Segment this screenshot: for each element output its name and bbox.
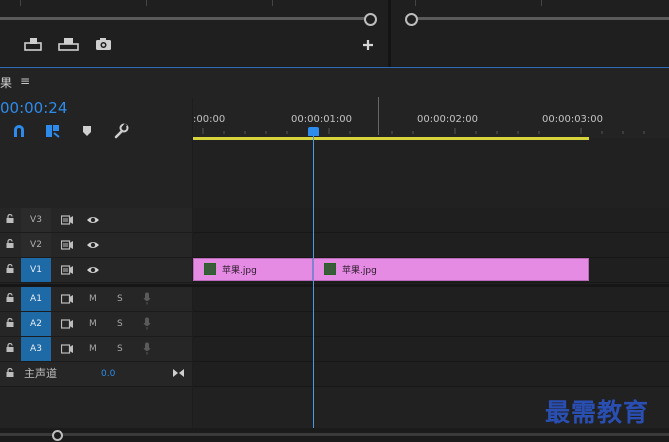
eye-icon[interactable] xyxy=(86,240,100,250)
track-name[interactable]: A3 xyxy=(21,337,51,361)
playhead-line[interactable] xyxy=(313,133,314,428)
ruler-minor-ticks xyxy=(202,128,645,134)
mute-button[interactable]: M xyxy=(89,287,97,311)
track-header-a1[interactable]: A1 M S xyxy=(0,287,192,312)
sync-lock-icon[interactable] xyxy=(61,215,74,225)
clip-thumbnail xyxy=(324,263,336,275)
track-header-master[interactable]: 主声道 0.0 xyxy=(0,362,192,387)
lock-icon[interactable] xyxy=(6,368,14,377)
sync-lock-icon[interactable] xyxy=(61,344,74,354)
timeline-header xyxy=(0,68,669,98)
eye-icon[interactable] xyxy=(86,265,100,275)
track-name[interactable]: V3 xyxy=(21,208,51,232)
work-area-bar[interactable] xyxy=(193,137,589,140)
solo-button[interactable]: S xyxy=(117,312,123,336)
ruler-label: :00:00 xyxy=(193,114,226,125)
panel-menu-icon[interactable]: ≡ xyxy=(20,74,30,88)
ruler-label: 00:00:02:00 xyxy=(417,114,479,125)
track-header-v1[interactable]: V1 xyxy=(0,258,192,283)
insert-icon[interactable] xyxy=(24,36,44,52)
master-track-name: 主声道 xyxy=(24,367,57,380)
magnet-icon[interactable] xyxy=(12,124,26,138)
linked-selection-icon[interactable] xyxy=(45,124,61,138)
track-header-v3[interactable]: V3 xyxy=(0,208,192,233)
track-name[interactable]: V1 xyxy=(21,258,51,282)
sync-lock-icon[interactable] xyxy=(61,294,74,304)
wrench-icon[interactable] xyxy=(113,123,129,139)
watermark-logo: 最需教育 xyxy=(545,398,650,427)
clip[interactable]: 苹果.jpg xyxy=(193,258,313,281)
source-monitor-controls xyxy=(0,0,388,66)
add-icon[interactable] xyxy=(362,39,374,51)
timeline-tab-title[interactable]: 果 xyxy=(0,74,12,91)
microphone-icon[interactable] xyxy=(143,317,151,330)
mute-button[interactable]: M xyxy=(89,312,97,336)
master-volume-value[interactable]: 0.0 xyxy=(101,362,115,386)
track-name[interactable]: V2 xyxy=(21,233,51,257)
program-scrub-track[interactable] xyxy=(412,17,669,20)
microphone-icon[interactable] xyxy=(143,292,151,305)
clip-label: 苹果.jpg xyxy=(342,266,377,276)
program-tick xyxy=(415,0,416,6)
playhead-handle[interactable] xyxy=(308,127,319,136)
mute-button[interactable]: M xyxy=(89,337,97,361)
marker-icon[interactable] xyxy=(82,125,92,137)
lane-a1[interactable] xyxy=(193,287,669,312)
lock-icon[interactable] xyxy=(6,264,14,273)
track-header-a3[interactable]: A3 M S xyxy=(0,337,192,362)
track-header-a2[interactable]: A2 M S xyxy=(0,312,192,337)
lock-icon[interactable] xyxy=(6,239,14,248)
clip[interactable]: 苹果.jpg xyxy=(313,258,589,281)
source-scrub-track[interactable] xyxy=(0,17,365,20)
lane-v2[interactable] xyxy=(193,233,669,258)
source-scrub-handle[interactable] xyxy=(364,13,377,26)
sync-lock-icon[interactable] xyxy=(61,265,74,275)
scrollbar-track[interactable] xyxy=(0,433,669,436)
lock-icon[interactable] xyxy=(6,318,14,327)
solo-button[interactable]: S xyxy=(117,337,123,361)
lock-icon[interactable] xyxy=(6,343,14,352)
track-name[interactable]: A1 xyxy=(21,287,51,311)
microphone-icon[interactable] xyxy=(143,342,151,355)
program-scrub-handle[interactable] xyxy=(405,13,418,26)
playhead-timecode[interactable]: 00:00:24 xyxy=(0,99,67,117)
source-ticks xyxy=(20,0,365,6)
track-header-v2[interactable]: V2 xyxy=(0,233,192,258)
lane-a2[interactable] xyxy=(193,312,669,337)
eye-icon[interactable] xyxy=(86,215,100,225)
ruler-label: 00:00:01:00 xyxy=(291,114,353,125)
sync-lock-icon[interactable] xyxy=(61,240,74,250)
panel-divider xyxy=(388,0,391,68)
go-to-edit-icon[interactable] xyxy=(172,368,185,378)
sync-lock-icon[interactable] xyxy=(61,319,74,329)
lane-v3[interactable] xyxy=(193,208,669,233)
program-monitor-controls xyxy=(391,0,669,66)
clip-thumbnail xyxy=(204,263,216,275)
track-name[interactable]: A2 xyxy=(21,312,51,336)
ruler-label: 00:00:03:00 xyxy=(542,114,604,125)
video-audio-divider xyxy=(0,284,669,287)
lane-a3[interactable] xyxy=(193,337,669,362)
overwrite-icon[interactable] xyxy=(58,36,80,52)
solo-button[interactable]: S xyxy=(117,287,123,311)
clip-label: 苹果.jpg xyxy=(222,266,257,276)
camera-icon[interactable] xyxy=(95,37,113,51)
scrollbar-handle[interactable] xyxy=(52,430,63,441)
program-tick xyxy=(541,0,542,6)
lock-icon[interactable] xyxy=(6,293,14,302)
lane-master[interactable] xyxy=(193,362,669,387)
lock-icon[interactable] xyxy=(6,214,14,223)
